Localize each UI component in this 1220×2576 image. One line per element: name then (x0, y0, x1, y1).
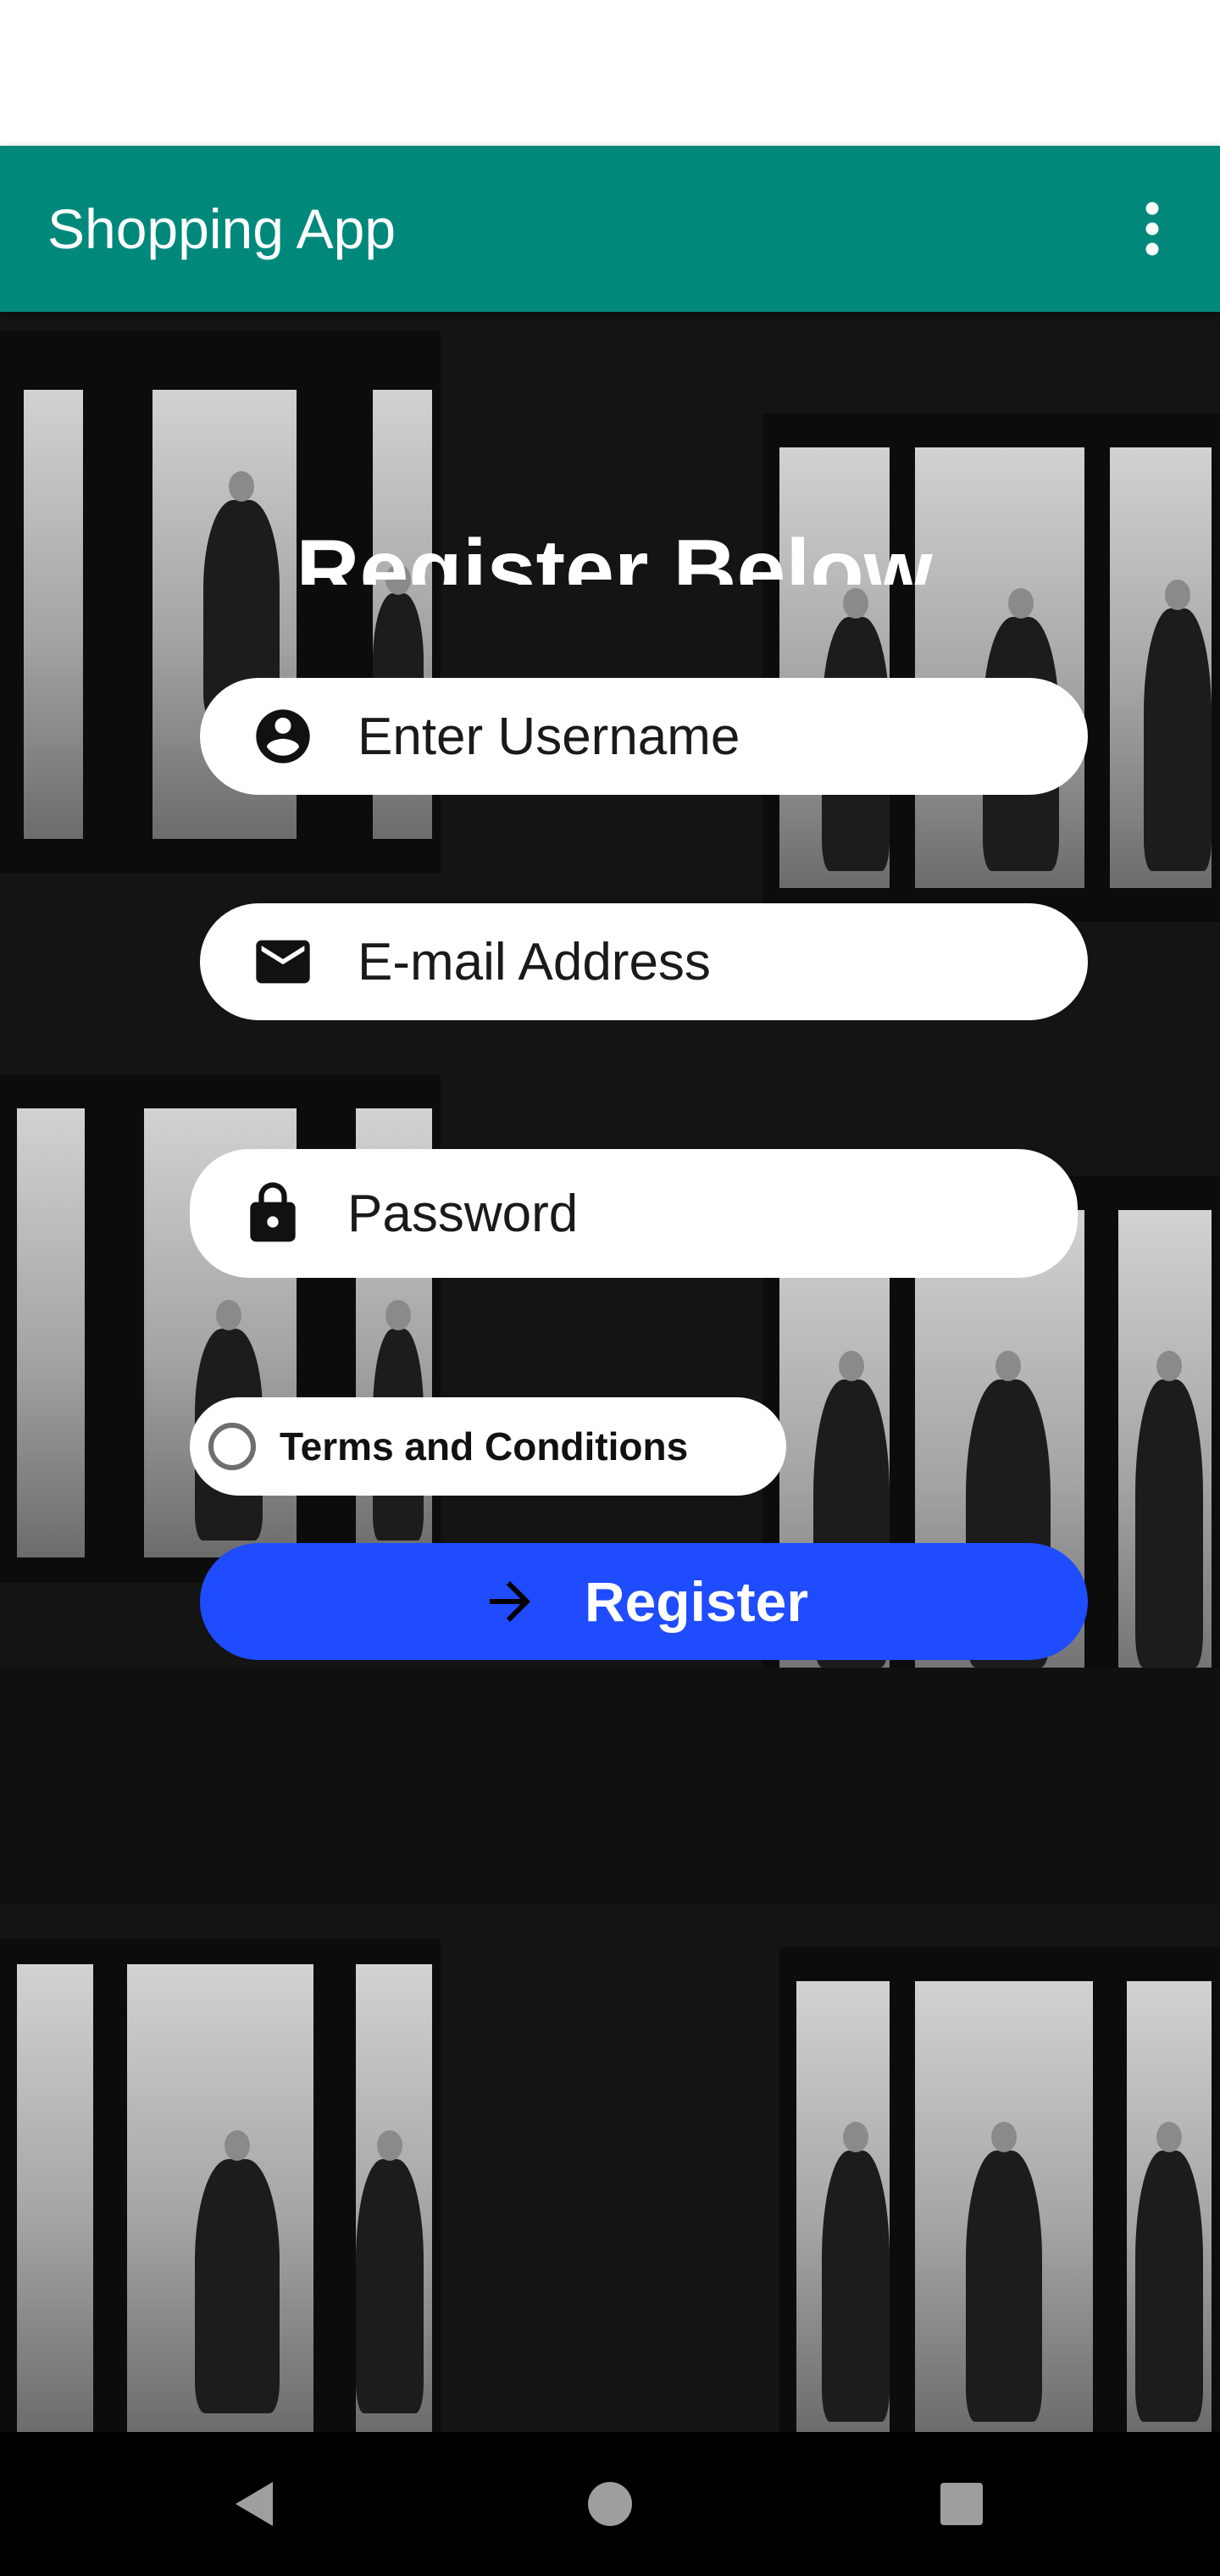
back-button[interactable] (182, 2432, 326, 2576)
username-input[interactable] (356, 705, 1003, 768)
app-title: Shopping App (47, 197, 396, 260)
register-button[interactable]: Register (200, 1543, 1088, 1660)
recents-button[interactable] (890, 2432, 1034, 2576)
app-bar: Shopping App (0, 146, 1220, 312)
register-button-label: Register (584, 1570, 809, 1633)
status-bar (0, 0, 1220, 146)
terms-radio-option[interactable]: Terms and Conditions (190, 1397, 786, 1496)
terms-radio-button[interactable] (208, 1423, 256, 1470)
password-field[interactable] (190, 1149, 1078, 1278)
storefront-window (0, 1939, 441, 2432)
password-input[interactable] (346, 1182, 993, 1245)
system-navigation-bar (0, 2432, 1220, 2576)
account-circle-icon (244, 697, 322, 775)
register-heading: Register Below (296, 522, 933, 585)
mail-icon (244, 923, 322, 1001)
more-vert-icon (1145, 202, 1159, 256)
storefront-background-image: Register Below Enter Username E-mail Add… (0, 312, 1220, 2432)
recents-square-icon (940, 2483, 983, 2525)
home-circle-icon (588, 2482, 632, 2526)
home-button[interactable] (538, 2432, 682, 2576)
register-screen: Shopping App Register Below Enter Userna… (0, 0, 1220, 2576)
terms-label: Terms and Conditions (280, 1424, 689, 1468)
lock-icon (234, 1174, 312, 1252)
username-field[interactable] (200, 678, 1088, 795)
email-field[interactable] (200, 903, 1088, 1020)
storefront-window (779, 1947, 1220, 2432)
arrow-forward-icon (480, 1571, 541, 1632)
storefront-window (762, 414, 1220, 922)
email-input[interactable] (356, 930, 1003, 993)
overflow-menu-button[interactable] (1101, 178, 1203, 280)
back-triangle-icon (236, 2482, 273, 2526)
